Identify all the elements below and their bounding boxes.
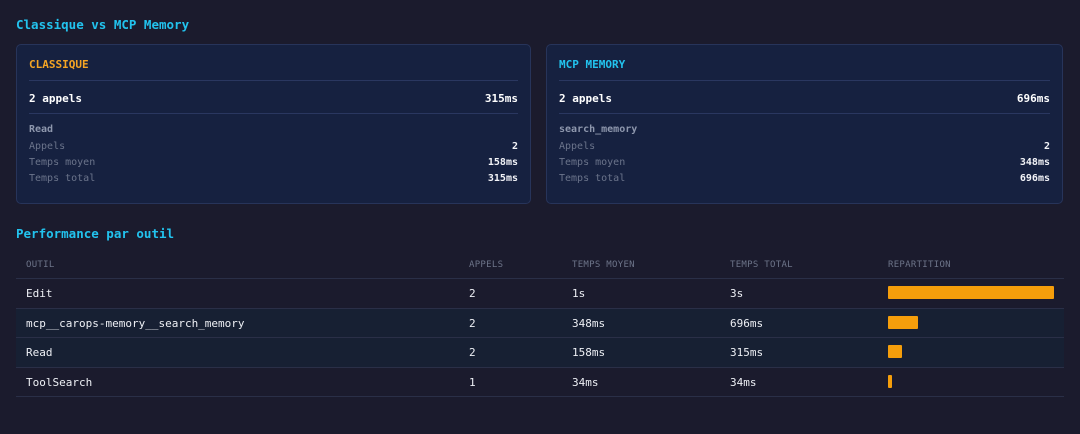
cell-avg: 34ms [572,375,599,389]
cell-total: 696ms [730,316,764,330]
stat-value-calls: 2 [511,141,518,152]
stat-value-avg: 348ms [1019,157,1050,168]
cell-calls: 2 [469,346,476,359]
table-row[interactable]: Edit 2 1s 3s [16,279,1064,309]
table-header: OUTIL APPELS TEMPS MOYEN TEMPS TOTAL REP… [16,250,1064,279]
cell-avg: 158ms [572,346,606,359]
column-header-temps-total[interactable]: TEMPS TOTAL [730,260,793,270]
column-header-appels[interactable]: APPELS [469,260,503,270]
stat-value-total: 696ms [1019,173,1050,184]
repartition-bar [888,286,1054,299]
total-summary: 696ms [1016,92,1050,105]
stat-label-calls: Appels [559,141,596,152]
stat-label-avg: Temps moyen [559,157,626,168]
stat-value-calls: 2 [1043,141,1050,152]
stat-label-calls: Appels [29,141,66,152]
calls-summary: 2 appels [559,92,612,105]
column-header-outil[interactable]: OUTIL [26,260,55,270]
stat-label-avg: Temps moyen [29,157,96,168]
stat-label-total: Temps total [559,173,626,184]
card-title: CLASSIQUE [29,58,89,71]
repartition-bar [888,315,918,329]
cell-avg: 348ms [572,316,606,330]
cell-total: 315ms [730,346,764,359]
cell-calls: 2 [469,316,476,330]
table-row[interactable]: Read 2 158ms 315ms [16,338,1064,368]
total-summary: 315ms [484,92,518,105]
performance-table: OUTIL APPELS TEMPS MOYEN TEMPS TOTAL REP… [16,250,1064,397]
cell-total: 3s [730,287,744,300]
cell-tool: mcp__carops-memory__search_memory [26,316,245,330]
calls-summary: 2 appels [29,92,82,105]
tool-name: Read [29,124,54,135]
cell-total: 34ms [730,375,757,389]
table-row[interactable]: ToolSearch 1 34ms 34ms [16,368,1064,397]
cell-tool: Read [26,346,53,359]
stat-value-avg: 158ms [487,157,518,168]
repartition-bar [888,345,902,358]
comparison-section-title: Classique vs MCP Memory [16,17,190,32]
performance-section-title: Performance par outil [16,226,175,241]
card-title: MCP MEMORY [559,58,626,71]
repartition-bar [888,374,892,388]
divider [559,113,1050,114]
cell-calls: 2 [469,287,476,300]
divider [29,80,518,81]
column-header-repartition[interactable]: REPARTITION [888,260,951,270]
tool-name: search_memory [559,124,638,135]
divider [29,113,518,114]
cell-avg: 1s [572,287,586,300]
table-row[interactable]: mcp__carops-memory__search_memory 2 348m… [16,308,1064,338]
stat-label-total: Temps total [29,173,96,184]
mcp-memory-card: MCP MEMORY 2 appels 696ms search_memory … [546,44,1063,204]
stat-value-total: 315ms [487,173,518,184]
cell-tool: Edit [26,287,53,300]
divider [559,80,1050,81]
column-header-temps-moyen[interactable]: TEMPS MOYEN [572,260,635,270]
page: Classique vs MCP Memory CLASSIQUE 2 appe… [0,0,1080,434]
classique-card: CLASSIQUE 2 appels 315ms Read Appels 2 T… [16,44,531,204]
cell-calls: 1 [469,375,476,389]
cell-tool: ToolSearch [26,375,93,389]
